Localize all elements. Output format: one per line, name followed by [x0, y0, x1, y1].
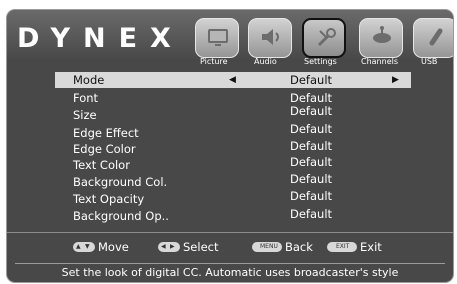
menu-row-background-color[interactable]: Background Col. Default [55, 172, 411, 190]
tab-channels-label: Channels [361, 57, 399, 66]
menu-row-label: Edge Color [73, 142, 136, 156]
menu-row-label: Font [73, 91, 99, 105]
osd-footer: ▲ ▼ Move ◀ ▶ Select MENU Back EXIT Exit Se… [7, 232, 453, 282]
menu-row-value: Default [290, 104, 333, 118]
menu-row-edge-color[interactable]: Edge Color Default [55, 139, 411, 157]
osd-header: DYNEX Picture Audio Settings Channels US… [7, 10, 453, 66]
usb-icon [429, 28, 443, 46]
menu-row-background-opacity[interactable]: Background Op.. Default [55, 207, 411, 224]
audio-icon [262, 29, 279, 45]
channels-icon [373, 26, 391, 43]
tab-settings-label: Settings [304, 57, 337, 66]
exit-hint: EXIT Exit [327, 239, 382, 255]
tv-osd-frame: DYNEX Picture Audio Settings Channels US… [6, 9, 454, 283]
menu-row-value: Default [290, 139, 333, 153]
exit-key-icon: EXIT [327, 241, 357, 252]
select-label: Select [183, 240, 219, 254]
cc-settings-menu: Mode ◀ Default ▶ Font Default Size Defau… [55, 70, 411, 230]
menu-row-value: Default [290, 73, 333, 87]
menu-key-icon: MENU [252, 241, 282, 252]
menu-row-edge-effect[interactable]: Edge Effect Default [55, 122, 411, 141]
exit-label: Exit [360, 240, 382, 254]
back-hint: MENU Back [252, 239, 313, 255]
tab-channels-tile [359, 18, 403, 58]
settings-icon [317, 28, 336, 47]
left-right-arrows-icon: ◀ ▶ [158, 241, 180, 252]
tab-channels[interactable]: Channels [357, 10, 405, 66]
tab-picture-tile [195, 18, 239, 58]
tab-usb-tile [413, 18, 453, 58]
select-hint: ◀ ▶ Select [158, 239, 218, 255]
help-text: Set the look of digital CC. Automatic us… [15, 263, 445, 281]
tab-usb[interactable]: USB [413, 10, 453, 66]
picture-icon [208, 29, 228, 46]
menu-row-label: Size [73, 108, 97, 122]
tab-picture-label: Picture [200, 57, 228, 66]
tab-settings-tile [302, 18, 346, 58]
menu-row-value: Default [290, 172, 333, 186]
dynex-logo: DYNEX [17, 23, 184, 54]
menu-row-value: Default [290, 155, 333, 169]
menu-row-label: Text Color [73, 158, 130, 172]
menu-row-text-opacity[interactable]: Text Opacity Default [55, 189, 411, 207]
tab-audio-label: Audio [254, 57, 277, 66]
menu-row-mode[interactable]: Mode ◀ Default ▶ [55, 72, 411, 88]
menu-row-label: Background Col. [73, 175, 168, 189]
up-down-arrows-icon: ▲ ▼ [73, 241, 95, 252]
menu-row-label: Background Op.. [73, 209, 169, 223]
tab-audio-tile [248, 18, 292, 58]
menu-row-label: Mode [73, 73, 105, 87]
menu-row-size[interactable]: Size Default [55, 104, 411, 123]
menu-row-text-color[interactable]: Text Color Default [55, 155, 411, 173]
menu-row-font[interactable]: Font Default [55, 90, 411, 106]
tab-audio[interactable]: Audio [248, 10, 294, 66]
left-arrow-icon[interactable]: ◀ [229, 72, 236, 88]
menu-row-label: Text Opacity [73, 192, 145, 206]
menu-row-value: Default [290, 189, 333, 203]
tab-usb-label: USB [421, 57, 438, 66]
move-hint: ▲ ▼ Move [73, 239, 129, 255]
move-label: Move [98, 240, 129, 254]
menu-row-value: Default [290, 122, 333, 136]
menu-row-label: Edge Effect [73, 126, 139, 140]
menu-row-value: Default [290, 207, 333, 221]
tab-picture[interactable]: Picture [195, 10, 241, 66]
tab-settings[interactable]: Settings [302, 10, 350, 66]
right-arrow-icon[interactable]: ▶ [392, 72, 399, 88]
back-label: Back [285, 240, 313, 254]
